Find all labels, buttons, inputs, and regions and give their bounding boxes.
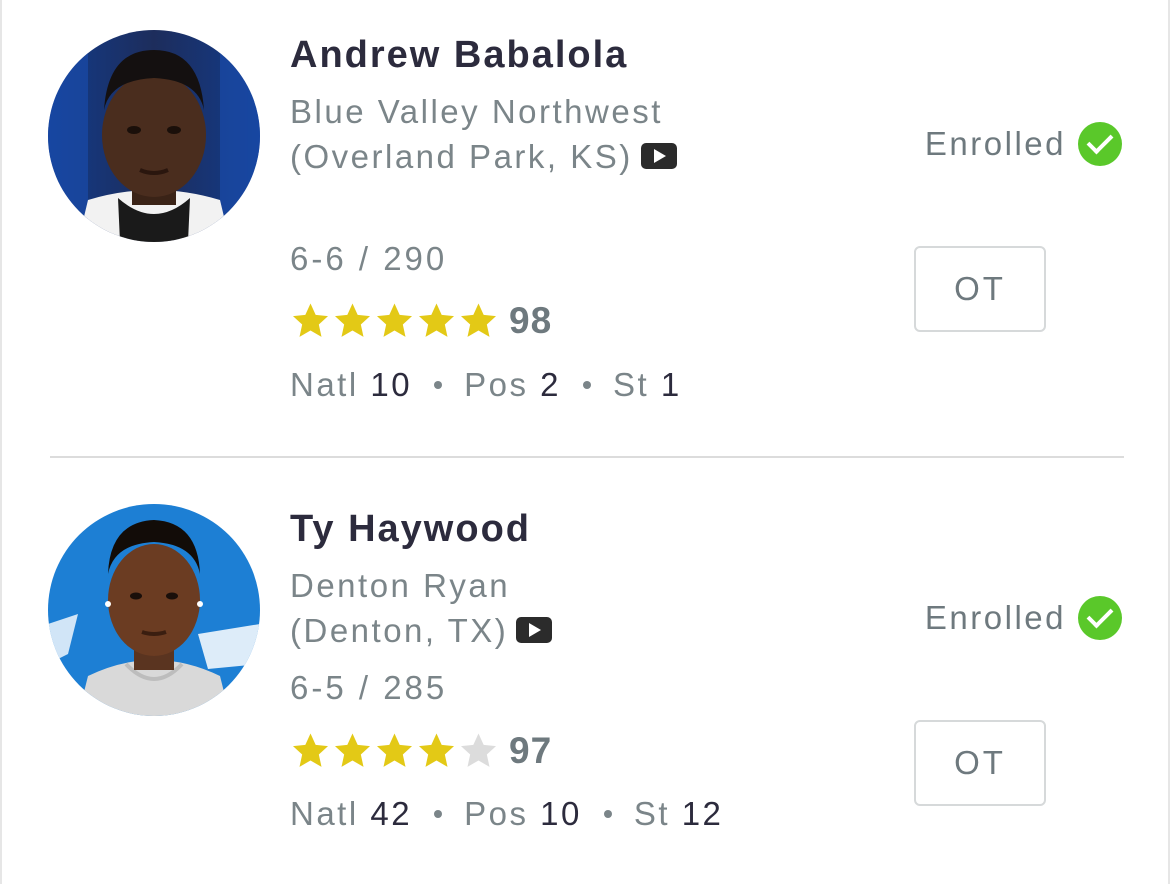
state-rank-value: 12 bbox=[681, 795, 724, 832]
state-rank-value: 1 bbox=[660, 366, 682, 403]
separator-dot bbox=[434, 810, 443, 819]
player-rating: 98 bbox=[290, 298, 552, 344]
enrollment-status: Enrolled bbox=[925, 596, 1122, 640]
check-circle-icon bbox=[1078, 122, 1122, 166]
video-play-icon[interactable] bbox=[640, 143, 677, 170]
state-rank-label: St bbox=[633, 795, 671, 832]
star-filled-icon bbox=[419, 303, 454, 337]
star-filled-icon bbox=[335, 303, 370, 337]
star-filled-icon bbox=[461, 303, 496, 337]
star-filled-icon bbox=[377, 733, 412, 767]
player-measurements: 6-5 / 285 bbox=[290, 669, 448, 706]
player-card[interactable]: Ty Haywood Denton Ryan (Denton, TX) 6-5 … bbox=[2, 460, 1168, 884]
rating-score: 98 bbox=[509, 300, 553, 341]
pos-rank-label: Pos bbox=[464, 795, 529, 832]
pos-rank-value: 10 bbox=[540, 795, 582, 832]
enrollment-status: Enrolled bbox=[925, 122, 1122, 166]
pos-rank-value: 2 bbox=[540, 366, 561, 403]
school-text: Blue Valley Northwest (Overland Park, KS… bbox=[290, 93, 663, 175]
star-filled-icon bbox=[293, 303, 328, 337]
player-measurements: 6-6 / 290 bbox=[290, 240, 448, 277]
player-avatar[interactable] bbox=[48, 30, 260, 242]
star-empty-icon bbox=[461, 733, 496, 767]
status-label: Enrolled bbox=[924, 599, 1066, 636]
state-rank-label: St bbox=[612, 366, 650, 403]
player-name[interactable]: Ty Haywood bbox=[290, 508, 531, 551]
natl-rank-label: Natl bbox=[290, 795, 359, 832]
player-school: Blue Valley Northwest (Overland Park, KS… bbox=[290, 89, 710, 179]
player-school: Denton Ryan (Denton, TX) bbox=[290, 563, 610, 653]
star-filled-icon bbox=[293, 733, 328, 767]
player-card[interactable]: Andrew Babalola Blue Valley Northwest (O… bbox=[2, 0, 1168, 458]
recruit-list: Andrew Babalola Blue Valley Northwest (O… bbox=[0, 0, 1170, 884]
separator-dot bbox=[603, 810, 612, 819]
player-ranks: Natl 10 Pos 2 St 1 bbox=[290, 366, 682, 404]
rating-score: 97 bbox=[509, 730, 553, 771]
natl-rank-value: 10 bbox=[370, 366, 413, 403]
star-filled-icon bbox=[419, 733, 454, 767]
school-text: Denton Ryan (Denton, TX) bbox=[290, 567, 511, 649]
player-ranks: Natl 42 Pos 10 St 12 bbox=[290, 795, 723, 833]
star-filled-icon bbox=[335, 733, 370, 767]
natl-rank-label: Natl bbox=[290, 366, 359, 403]
video-play-icon[interactable] bbox=[516, 617, 553, 644]
position-button[interactable]: OT bbox=[914, 246, 1046, 332]
status-label: Enrolled bbox=[924, 125, 1066, 162]
player-rating: 97 bbox=[290, 728, 552, 774]
star-rating bbox=[290, 731, 500, 771]
natl-rank-value: 42 bbox=[370, 795, 413, 832]
star-filled-icon bbox=[377, 303, 412, 337]
player-name[interactable]: Andrew Babalola bbox=[290, 34, 628, 77]
pos-rank-label: Pos bbox=[464, 366, 529, 403]
separator-dot bbox=[582, 381, 591, 390]
position-button[interactable]: OT bbox=[914, 720, 1046, 806]
separator-dot bbox=[434, 381, 443, 390]
check-circle-icon bbox=[1078, 596, 1122, 640]
card-divider bbox=[50, 456, 1124, 458]
star-rating bbox=[290, 301, 500, 341]
player-avatar[interactable] bbox=[48, 504, 260, 716]
